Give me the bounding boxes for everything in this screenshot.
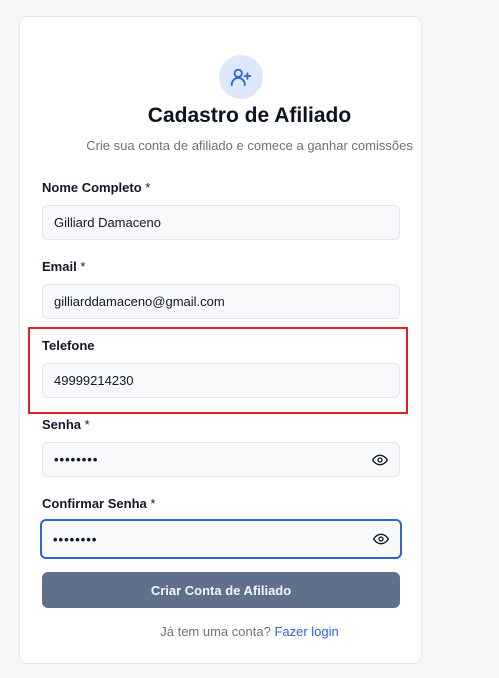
password-field[interactable]: •••••••• bbox=[42, 442, 400, 477]
confirm-password-label: Confirmar Senha * bbox=[42, 496, 156, 511]
confirm-password-field[interactable]: •••••••• bbox=[40, 519, 402, 559]
eye-icon[interactable] bbox=[372, 452, 388, 468]
name-value: Gilliard Damaceno bbox=[54, 215, 161, 230]
login-prompt: Já tem uma conta? Fazer login bbox=[0, 624, 499, 639]
required-marker: * bbox=[84, 417, 90, 432]
required-marker: * bbox=[80, 259, 86, 274]
required-marker: * bbox=[150, 496, 156, 511]
login-prompt-text: Já tem uma conta? bbox=[160, 624, 271, 639]
email-label: Email * bbox=[42, 259, 86, 274]
page-title: Cadastro de Afiliado bbox=[147, 104, 352, 127]
login-link[interactable]: Fazer login bbox=[274, 624, 338, 639]
avatar-badge bbox=[219, 55, 263, 99]
confirm-password-value: •••••••• bbox=[53, 531, 98, 547]
email-value: gilliarddamaceno@gmail.com bbox=[54, 294, 225, 309]
email-field[interactable]: gilliarddamaceno@gmail.com bbox=[42, 284, 400, 319]
password-value: •••••••• bbox=[54, 452, 99, 467]
eye-icon[interactable] bbox=[373, 531, 389, 547]
name-field[interactable]: Gilliard Damaceno bbox=[42, 205, 400, 240]
name-label: Nome Completo * bbox=[42, 180, 151, 195]
phone-highlight-box bbox=[28, 327, 408, 414]
user-plus-icon bbox=[230, 68, 252, 87]
required-marker: * bbox=[145, 180, 151, 195]
password-label: Senha * bbox=[42, 417, 90, 432]
create-account-button[interactable]: Criar Conta de Afiliado bbox=[42, 572, 400, 608]
page-subtitle: Crie sua conta de afiliado e comece a ga… bbox=[86, 138, 413, 153]
